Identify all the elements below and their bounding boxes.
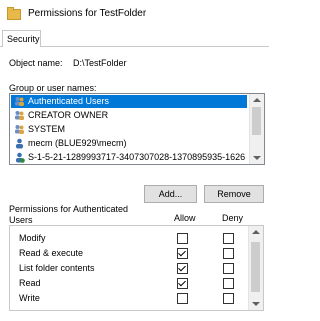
allow-checkbox[interactable] [177,293,188,304]
list-item-label: SYSTEM [28,124,66,134]
deny-checkbox[interactable] [223,233,234,244]
users-group-icon [15,97,24,106]
permission-row-list-folder-contents: List folder contents [10,261,247,275]
list-item-creator-owner[interactable]: CREATOR OWNER [11,109,247,122]
permission-name: Read & execute [19,248,84,258]
permission-row-modify: Modify [10,231,247,245]
group-names-label: Group or user names: [9,83,97,93]
list-item-label: Authenticated Users [28,96,110,106]
scroll-up-arrow-icon[interactable] [252,230,260,234]
permission-row-write: Write [10,291,247,305]
deny-checkbox[interactable] [223,293,234,304]
list-item-label: S-1-5-21-1289993717-3407307028-137089593… [28,152,246,162]
list-item-label: mecm (BLUE929\mecm) [28,138,127,148]
permissions-header: Permissions for Authenticated Users [9,204,128,226]
tab-security[interactable]: Security [2,30,41,47]
permissions-scrollbar[interactable] [248,226,263,310]
user-icon [16,138,23,149]
group-user-list[interactable]: Authenticated Users CREATOR OWNER SYSTEM… [9,93,265,165]
remove-button[interactable]: Remove [204,185,264,203]
list-item-authenticated-users[interactable]: Authenticated Users [11,95,247,108]
deny-checkbox[interactable] [223,263,234,274]
permission-name: Modify [19,233,46,243]
users-group-icon [15,125,24,134]
allow-checkbox[interactable] [177,278,188,289]
deny-checkbox[interactable] [223,278,234,289]
deny-column-header: Deny [222,213,244,223]
title-bar: Permissions for TestFolder [0,0,270,28]
allow-checkbox[interactable] [177,248,188,259]
window-title: Permissions for TestFolder [28,8,147,19]
allow-checkbox[interactable] [177,263,188,274]
permission-name: Write [19,293,40,303]
tab-security-label: Security [7,34,40,44]
scroll-thumb[interactable] [252,107,261,135]
allow-column-header: Allow [174,213,196,223]
permission-row-read-execute: Read & execute [10,246,247,260]
list-item-mecm[interactable]: mecm (BLUE929\mecm) [11,137,247,150]
list-item-system[interactable]: SYSTEM [11,123,247,136]
users-group-icon [15,111,24,120]
object-name-value: D:\TestFolder [73,58,127,68]
list-item-label: CREATOR OWNER [28,110,109,120]
unknown-user-icon [16,152,25,163]
permissions-header-line1: Permissions for Authenticated [9,204,129,214]
scroll-down-arrow-icon[interactable] [252,302,260,306]
scroll-up-arrow-icon[interactable] [253,98,261,102]
add-button[interactable]: Add... [144,185,197,203]
scroll-down-arrow-icon[interactable] [253,156,261,160]
allow-checkbox[interactable] [177,233,188,244]
permissions-list: Modify Read & execute List folder conten… [9,225,264,311]
permission-row-read: Read [10,276,247,290]
deny-checkbox[interactable] [223,248,234,259]
permission-name: Read [19,278,41,288]
permission-name: List folder contents [19,263,95,273]
list-item-sid[interactable]: S-1-5-21-1289993717-3407307028-137089593… [11,151,247,164]
group-list-scrollbar[interactable] [249,94,264,164]
scroll-thumb[interactable] [251,242,260,292]
object-name-label: Object name: [9,58,63,68]
folder-icon [7,7,21,20]
